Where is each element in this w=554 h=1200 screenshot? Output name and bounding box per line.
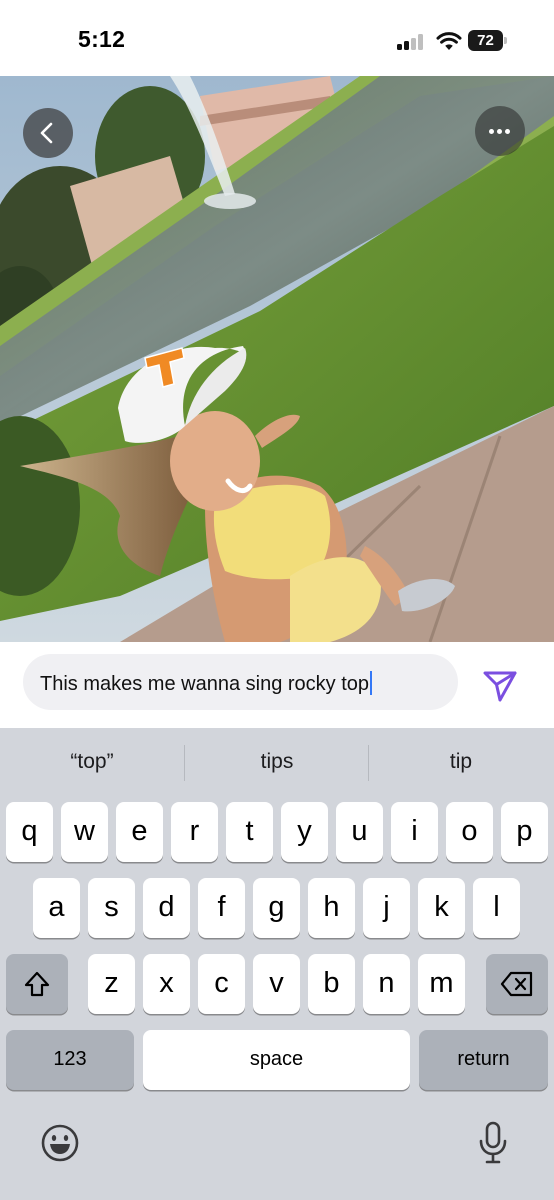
predictive-text-bar: “top” tips tip [0, 728, 554, 798]
key-r[interactable]: r [171, 802, 218, 862]
key-o[interactable]: o [446, 802, 493, 862]
key-k[interactable]: k [418, 878, 465, 938]
key-i[interactable]: i [391, 802, 438, 862]
key-u[interactable]: u [336, 802, 383, 862]
delete-key[interactable] [486, 954, 548, 1014]
key-c[interactable]: c [198, 954, 245, 1014]
text-cursor [370, 671, 373, 695]
battery-icon: 72 [468, 30, 508, 51]
key-t[interactable]: t [226, 802, 273, 862]
key-a[interactable]: a [33, 878, 80, 938]
key-z[interactable]: z [88, 954, 135, 1014]
space-key[interactable]: space [143, 1030, 410, 1090]
key-w[interactable]: w [61, 802, 108, 862]
status-bar: 5:12 72 [0, 0, 554, 76]
dictation-button[interactable] [478, 1121, 508, 1170]
key-q[interactable]: q [6, 802, 53, 862]
message-input-value: This makes me wanna sing rocky top [40, 673, 370, 695]
keyboard: “top” tips tip q w e r t y u i o p a s d… [0, 728, 554, 1200]
microphone-icon [479, 1121, 507, 1164]
suggestion-2[interactable]: tips [185, 750, 369, 774]
key-x[interactable]: x [143, 954, 190, 1014]
emoji-button[interactable] [40, 1123, 80, 1168]
key-s[interactable]: s [88, 878, 135, 938]
key-d[interactable]: d [143, 878, 190, 938]
screen: 5:12 72 This makes me wanna sing rocky t… [0, 0, 554, 1200]
chevron-left-icon [40, 122, 53, 144]
battery-level: 72 [477, 32, 494, 49]
return-key[interactable]: return [419, 1030, 548, 1090]
key-e[interactable]: e [116, 802, 163, 862]
key-l[interactable]: l [473, 878, 520, 938]
shift-icon [24, 971, 50, 997]
back-button[interactable] [23, 108, 73, 158]
numbers-key[interactable]: 123 [6, 1030, 134, 1090]
ellipsis-icon [489, 129, 494, 134]
send-button[interactable] [479, 664, 521, 704]
key-n[interactable]: n [363, 954, 410, 1014]
message-compose-bar: This makes me wanna sing rocky top [0, 642, 554, 728]
suggestion-1[interactable]: “top” [0, 750, 184, 774]
key-h[interactable]: h [308, 878, 355, 938]
key-f[interactable]: f [198, 878, 245, 938]
key-y[interactable]: y [281, 802, 328, 862]
key-m[interactable]: m [418, 954, 465, 1014]
selfie-photo[interactable] [0, 76, 554, 642]
more-options-button[interactable] [475, 106, 525, 156]
message-input[interactable]: This makes me wanna sing rocky top [23, 654, 458, 710]
key-j[interactable]: j [363, 878, 410, 938]
key-v[interactable]: v [253, 954, 300, 1014]
key-b[interactable]: b [308, 954, 355, 1014]
suggestion-3[interactable]: tip [369, 750, 553, 774]
status-time: 5:12 [78, 26, 126, 52]
backspace-icon [500, 971, 533, 997]
key-g[interactable]: g [253, 878, 300, 938]
cellular-signal-icon [397, 34, 425, 50]
key-p[interactable]: p [501, 802, 548, 862]
send-icon [483, 671, 517, 702]
shift-key[interactable] [6, 954, 68, 1014]
wifi-icon [436, 31, 462, 51]
emoji-icon [41, 1124, 79, 1162]
